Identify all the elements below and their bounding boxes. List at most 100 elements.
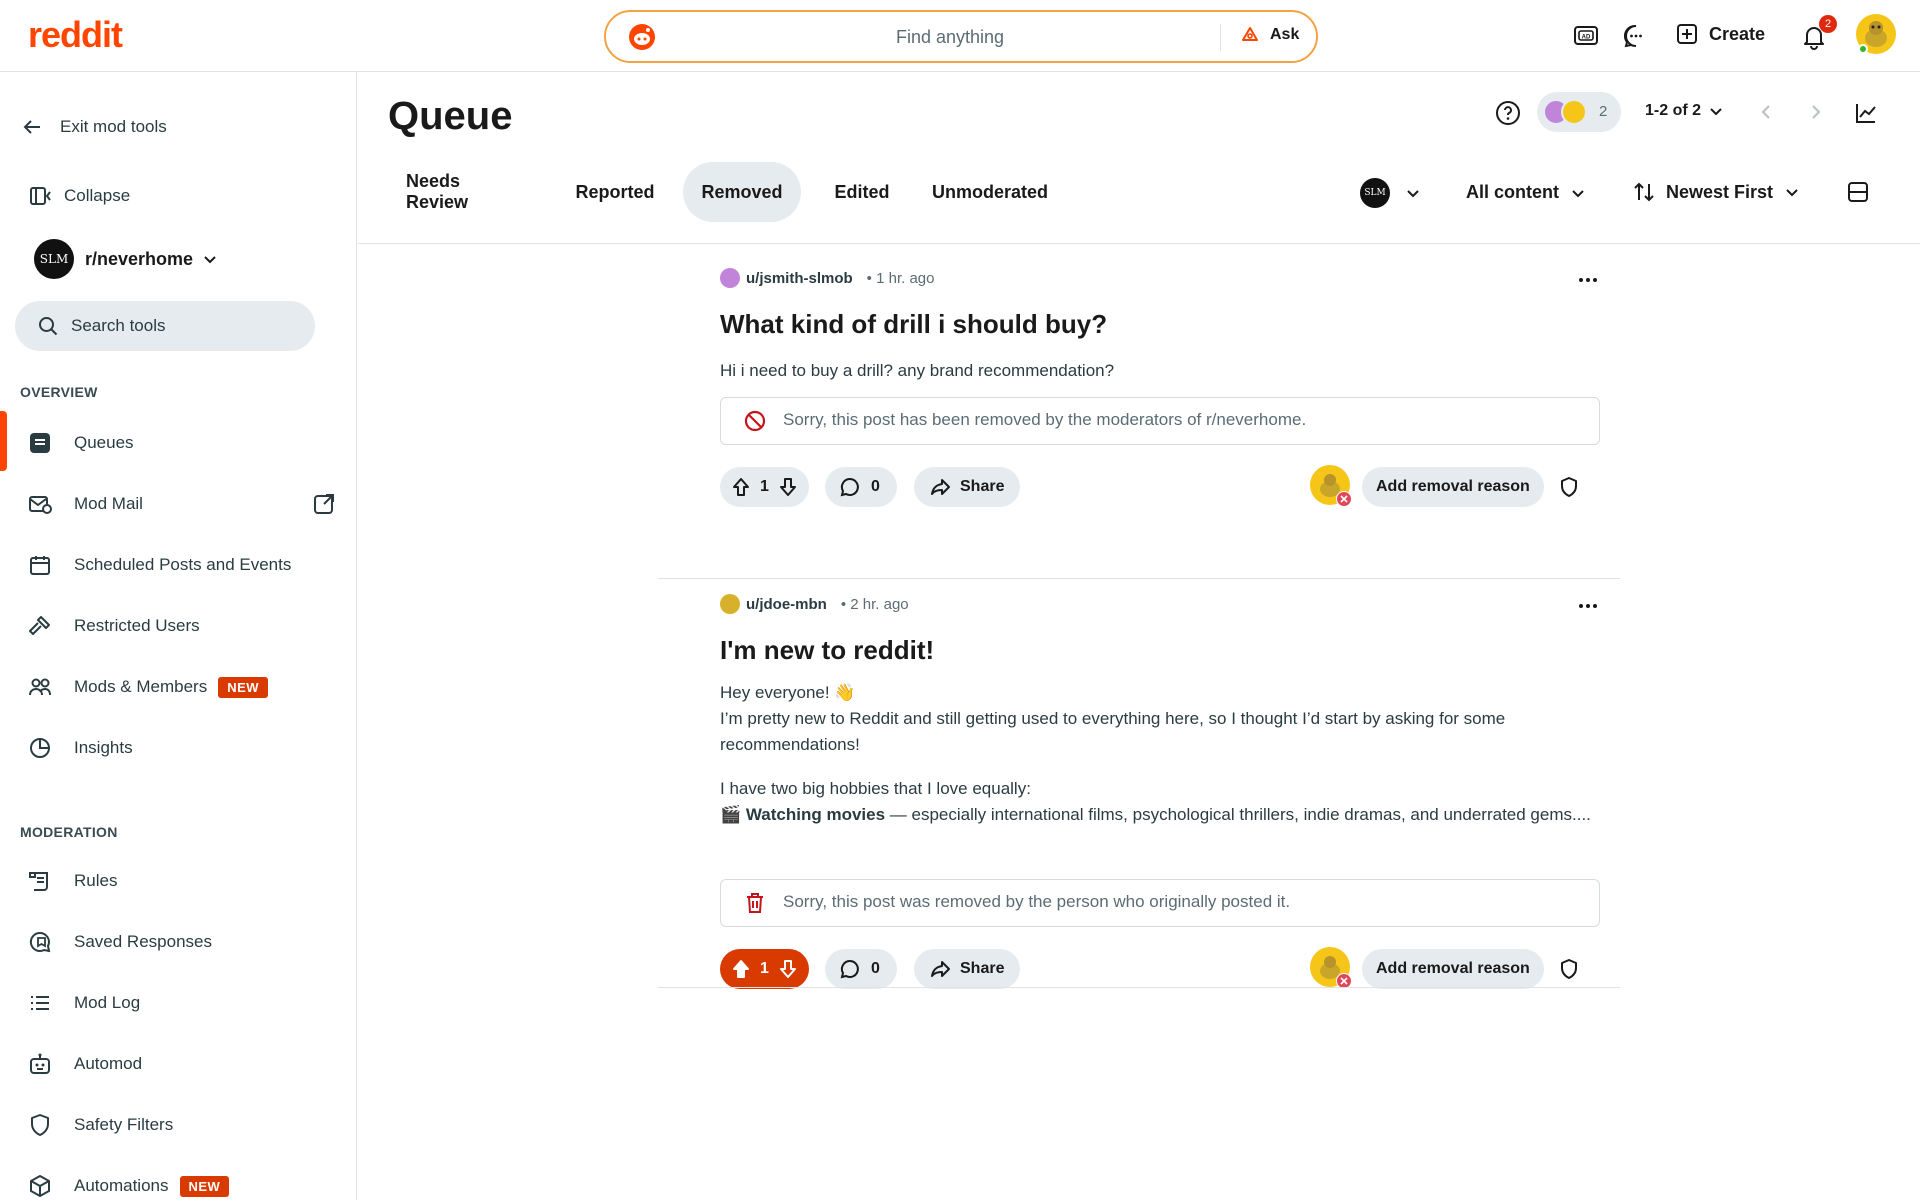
- search-bar[interactable]: Find anything Ask: [604, 10, 1318, 63]
- tab-removed[interactable]: Removed: [683, 162, 801, 222]
- search-tools-input[interactable]: Search tools: [15, 301, 315, 351]
- insights-chart-icon[interactable]: [1854, 101, 1878, 125]
- sidebar-item-rules[interactable]: Rules: [0, 866, 356, 896]
- vote-count: 1: [760, 960, 769, 977]
- share-button[interactable]: Share: [914, 949, 1020, 989]
- notice-text: Sorry, this post was removed by the pers…: [783, 892, 1291, 911]
- post-body-line: I’m pretty new to Reddit and still getti…: [720, 709, 1506, 754]
- snoo-icon: [628, 23, 656, 51]
- post-time: • 2 hr. ago: [840, 595, 909, 613]
- ask-label: Ask: [1270, 26, 1300, 43]
- chevron-down-icon: [1710, 108, 1722, 116]
- community-switcher[interactable]: r/neverhome: [0, 244, 356, 274]
- post-author[interactable]: u/jdoe-mbn: [746, 596, 827, 613]
- post-title[interactable]: What kind of drill i should buy?: [720, 309, 1107, 340]
- hammer-icon: [29, 616, 50, 635]
- help-icon[interactable]: [1495, 100, 1521, 126]
- sidebar-item-automod[interactable]: Automod: [0, 1049, 356, 1079]
- online-indicator: [1858, 44, 1868, 54]
- sidebar-item-automations[interactable]: Automations NEW: [0, 1171, 356, 1201]
- sidebar-item-insights[interactable]: Insights: [0, 733, 356, 763]
- post-meta: u/jdoe-mbn • 2 hr. ago: [720, 594, 909, 614]
- sidebar-item-mod-mail[interactable]: Mod Mail: [0, 489, 356, 519]
- mods-online-pill[interactable]: 2: [1537, 92, 1621, 132]
- advertise-icon[interactable]: AD: [1572, 22, 1600, 50]
- post-body-continued: I have two big hobbies that I love equal…: [720, 776, 1600, 856]
- sidebar-item-label: Insights: [74, 738, 133, 757]
- tab-reported[interactable]: Reported: [554, 162, 676, 222]
- sidebar-item-restricted-users[interactable]: Restricted Users: [0, 611, 356, 641]
- downvote-icon[interactable]: [777, 958, 799, 980]
- comments-button[interactable]: 0: [825, 467, 897, 507]
- tab-needs-review[interactable]: Needs Review: [386, 162, 536, 222]
- chevron-down-icon: [1572, 189, 1584, 197]
- sidebar-item-mods-members[interactable]: Mods & Members NEW: [0, 672, 356, 702]
- downvote-icon[interactable]: [777, 476, 799, 498]
- reddit-logo[interactable]: reddit: [28, 14, 123, 56]
- post-body-bold: 🎬 Watching movies: [720, 805, 886, 824]
- vote-control: 1: [720, 949, 809, 989]
- add-removal-reason-button[interactable]: Add removal reason: [1362, 949, 1544, 989]
- svg-text:AD: AD: [1582, 35, 1591, 41]
- calendar-icon: [30, 556, 50, 575]
- collapse-button[interactable]: Collapse: [0, 181, 356, 211]
- post-author[interactable]: u/jsmith-slmob: [746, 270, 853, 287]
- mod-shield-icon[interactable]: [1558, 476, 1580, 498]
- create-label: Create: [1709, 23, 1766, 44]
- sidebar-item-safety-filters[interactable]: Safety Filters: [0, 1110, 356, 1140]
- content-filter-dropdown[interactable]: All content: [1466, 182, 1587, 203]
- more-options-icon[interactable]: [1576, 594, 1600, 618]
- search-icon: [39, 317, 58, 336]
- tab-unmoderated[interactable]: Unmoderated: [918, 162, 1062, 222]
- add-removal-reason-button[interactable]: Add removal reason: [1362, 467, 1544, 507]
- sidebar-item-queues[interactable]: Queues: [0, 428, 356, 458]
- post-actions: 1 0 Share Add removal reason: [720, 465, 1600, 507]
- post-title[interactable]: I'm new to reddit!: [720, 635, 934, 666]
- post-body-line: Hey everyone! 👋: [720, 683, 856, 702]
- ask-icon: [1242, 27, 1258, 41]
- overview-header: OVERVIEW: [20, 384, 98, 400]
- share-button[interactable]: Share: [914, 467, 1020, 507]
- search-tools-placeholder: Search tools: [71, 316, 166, 335]
- upvote-filled-icon[interactable]: [730, 958, 752, 980]
- comments-button[interactable]: 0: [825, 949, 897, 989]
- top-bar: reddit Find anything Ask AD Create 2: [0, 0, 1920, 72]
- mod-shield-icon[interactable]: [1558, 958, 1580, 980]
- ask-button[interactable]: Ask: [1240, 25, 1299, 45]
- sidebar-item-label: Automod: [74, 1054, 143, 1073]
- share-icon: [931, 479, 950, 495]
- post-time: • 1 hr. ago: [866, 269, 935, 287]
- exit-mod-tools-link[interactable]: Exit mod tools: [0, 112, 356, 142]
- list-icon: [31, 996, 49, 1010]
- sidebar-item-saved-responses[interactable]: Saved Responses: [0, 927, 356, 957]
- external-link-icon[interactable]: [312, 492, 336, 516]
- chevron-left-icon[interactable]: [1756, 102, 1776, 122]
- mail-icon: [29, 496, 52, 514]
- saved-responses-icon: [29, 931, 51, 953]
- upvote-icon[interactable]: [730, 476, 752, 498]
- sidebar-item-mod-log[interactable]: Mod Log: [0, 988, 356, 1018]
- community-filter-dropdown[interactable]: SLM: [1360, 178, 1422, 208]
- notice-text: Sorry, this post has been removed by the…: [783, 410, 1307, 429]
- sort-dropdown[interactable]: Newest First: [1632, 180, 1801, 204]
- removed-x-icon: [1336, 491, 1352, 507]
- plus-square-icon: [1677, 24, 1697, 44]
- exit-label: Exit mod tools: [60, 117, 167, 136]
- chevron-right-icon[interactable]: [1806, 102, 1826, 122]
- notification-badge: 2: [1819, 15, 1837, 33]
- chat-icon[interactable]: [1622, 22, 1650, 50]
- sidebar-item-scheduled-posts[interactable]: Scheduled Posts and Events: [0, 550, 356, 580]
- comment-count: 0: [871, 478, 880, 495]
- tab-edited[interactable]: Edited: [810, 162, 914, 222]
- share-label: Share: [960, 478, 1005, 495]
- community-filter-avatar: SLM: [1360, 178, 1390, 208]
- pie-chart-icon: [30, 738, 50, 758]
- view-mode-icon[interactable]: [1846, 180, 1870, 204]
- sidebar-item-label: Automations NEW: [74, 1175, 230, 1197]
- removed-notice: Sorry, this post was removed by the pers…: [720, 879, 1600, 927]
- pagination-dropdown[interactable]: 1-2 of 2: [1645, 102, 1725, 120]
- create-button[interactable]: Create: [1675, 22, 1765, 46]
- post-divider: [658, 578, 1620, 579]
- more-options-icon[interactable]: [1576, 268, 1600, 292]
- post-body-line: 🎬 Watching movies — especially internati…: [720, 805, 1591, 824]
